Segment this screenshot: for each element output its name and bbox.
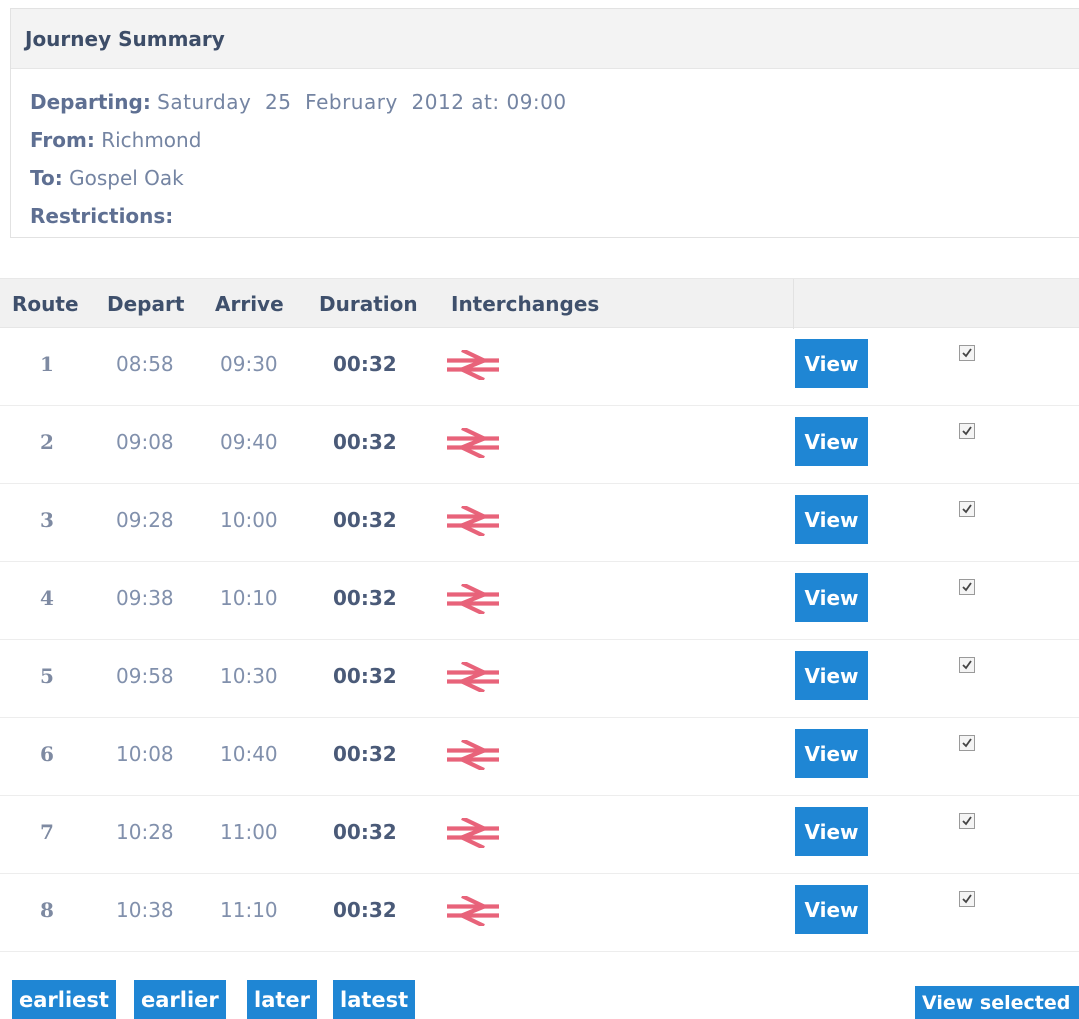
depart-time: 09:08 bbox=[116, 430, 174, 454]
departing-line: Departing: Saturday 25 February 2012 at:… bbox=[30, 83, 1079, 121]
duration-value: 00:32 bbox=[333, 820, 397, 844]
depart-time: 09:58 bbox=[116, 664, 174, 688]
view-route-button[interactable]: View bbox=[795, 573, 868, 622]
journey-summary-title: Journey Summary bbox=[25, 26, 225, 51]
route-select-checkbox[interactable] bbox=[959, 345, 975, 361]
to-line: To: Gospel Oak bbox=[30, 159, 1079, 197]
national-rail-icon bbox=[447, 660, 499, 694]
route-row: 6 10:08 10:40 00:32 View bbox=[0, 718, 1079, 796]
route-row: 8 10:38 11:10 00:32 View bbox=[0, 874, 1079, 952]
route-select-checkbox[interactable] bbox=[959, 501, 975, 517]
view-route-button[interactable]: View bbox=[795, 885, 868, 934]
from-value: Richmond bbox=[101, 128, 202, 152]
column-header-route: Route bbox=[12, 292, 79, 316]
column-header-depart: Depart bbox=[107, 292, 185, 316]
depart-time: 09:28 bbox=[116, 508, 174, 532]
route-row: 7 10:28 11:00 00:32 View bbox=[0, 796, 1079, 874]
route-number: 5 bbox=[40, 664, 54, 688]
route-number: 1 bbox=[40, 352, 54, 376]
route-select-checkbox[interactable] bbox=[959, 423, 975, 439]
route-number: 4 bbox=[40, 586, 54, 610]
latest-button[interactable]: latest bbox=[333, 980, 416, 1019]
duration-value: 00:32 bbox=[333, 898, 397, 922]
arrive-time: 09:30 bbox=[220, 352, 278, 376]
header-divider bbox=[793, 279, 794, 329]
depart-time: 10:28 bbox=[116, 820, 174, 844]
column-header-interchanges: Interchanges bbox=[451, 292, 600, 316]
arrive-time: 09:40 bbox=[220, 430, 278, 454]
arrive-time: 10:10 bbox=[220, 586, 278, 610]
column-header-duration: Duration bbox=[319, 292, 418, 316]
national-rail-icon bbox=[447, 894, 499, 928]
route-row: 2 09:08 09:40 00:32 View bbox=[0, 406, 1079, 484]
arrive-time: 11:10 bbox=[220, 898, 278, 922]
route-number: 2 bbox=[40, 430, 54, 454]
departing-value: Saturday 25 February 2012 at: 09:00 bbox=[157, 90, 567, 114]
view-route-button[interactable]: View bbox=[795, 495, 868, 544]
route-number: 8 bbox=[40, 898, 54, 922]
arrive-time: 10:40 bbox=[220, 742, 278, 766]
journey-summary-panel: Journey Summary Departing: Saturday 25 F… bbox=[10, 8, 1079, 238]
earliest-button[interactable]: earliest bbox=[12, 980, 116, 1019]
route-row: 3 09:28 10:00 00:32 View bbox=[0, 484, 1079, 562]
route-row: 5 09:58 10:30 00:32 View bbox=[0, 640, 1079, 718]
route-row: 1 08:58 09:30 00:32 View bbox=[0, 328, 1079, 406]
from-line: From: Richmond bbox=[30, 121, 1079, 159]
to-value: Gospel Oak bbox=[69, 166, 184, 190]
view-route-button[interactable]: View bbox=[795, 807, 868, 856]
duration-value: 00:32 bbox=[333, 664, 397, 688]
view-route-button[interactable]: View bbox=[795, 417, 868, 466]
restrictions-line: Restrictions: bbox=[30, 197, 1079, 235]
duration-value: 00:32 bbox=[333, 430, 397, 454]
route-number: 7 bbox=[40, 820, 54, 844]
depart-time: 09:38 bbox=[116, 586, 174, 610]
depart-time: 10:38 bbox=[116, 898, 174, 922]
duration-value: 00:32 bbox=[333, 742, 397, 766]
route-number: 3 bbox=[40, 508, 54, 532]
duration-value: 00:32 bbox=[333, 352, 397, 376]
national-rail-icon bbox=[447, 738, 499, 772]
depart-time: 08:58 bbox=[116, 352, 174, 376]
departing-label: Departing: bbox=[30, 90, 151, 114]
view-selected-button[interactable]: View selected bbox=[915, 986, 1079, 1019]
journey-summary-details: Departing: Saturday 25 February 2012 at:… bbox=[11, 69, 1079, 235]
journey-summary-header: Journey Summary bbox=[11, 9, 1079, 69]
routes-table-header: Route Depart Arrive Duration Interchange… bbox=[0, 278, 1079, 329]
arrive-time: 11:00 bbox=[220, 820, 278, 844]
route-select-checkbox[interactable] bbox=[959, 579, 975, 595]
restrictions-label: Restrictions: bbox=[30, 204, 174, 228]
view-route-button[interactable]: View bbox=[795, 729, 868, 778]
national-rail-icon bbox=[447, 504, 499, 538]
duration-value: 00:32 bbox=[333, 508, 397, 532]
route-number: 6 bbox=[40, 742, 54, 766]
column-header-arrive: Arrive bbox=[215, 292, 284, 316]
to-label: To: bbox=[30, 166, 63, 190]
national-rail-icon bbox=[447, 582, 499, 616]
arrive-time: 10:30 bbox=[220, 664, 278, 688]
route-row: 4 09:38 10:10 00:32 View bbox=[0, 562, 1079, 640]
national-rail-icon bbox=[447, 816, 499, 850]
route-select-checkbox[interactable] bbox=[959, 891, 975, 907]
route-select-checkbox[interactable] bbox=[959, 813, 975, 829]
national-rail-icon bbox=[447, 426, 499, 460]
route-select-checkbox[interactable] bbox=[959, 735, 975, 751]
view-route-button[interactable]: View bbox=[795, 339, 868, 388]
from-label: From: bbox=[30, 128, 95, 152]
national-rail-icon bbox=[447, 348, 499, 382]
depart-time: 10:08 bbox=[116, 742, 174, 766]
route-select-checkbox[interactable] bbox=[959, 657, 975, 673]
earlier-button[interactable]: earlier bbox=[134, 980, 226, 1019]
view-route-button[interactable]: View bbox=[795, 651, 868, 700]
arrive-time: 10:00 bbox=[220, 508, 278, 532]
later-button[interactable]: later bbox=[247, 980, 318, 1019]
duration-value: 00:32 bbox=[333, 586, 397, 610]
